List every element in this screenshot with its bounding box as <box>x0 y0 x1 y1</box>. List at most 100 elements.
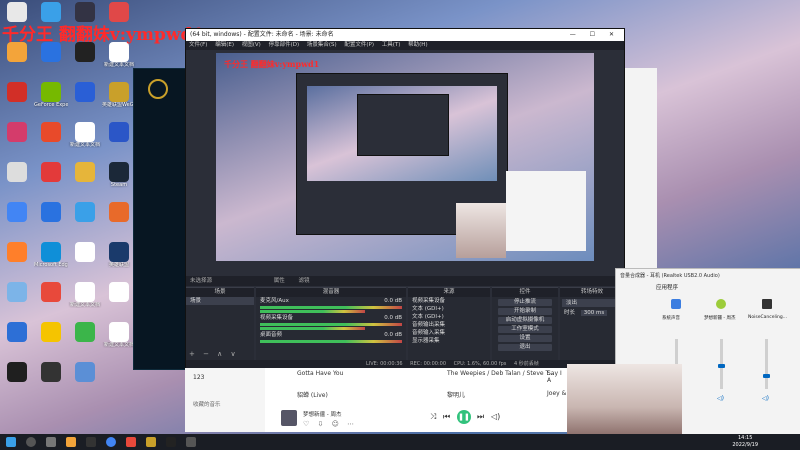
desktop-icon[interactable] <box>34 282 68 326</box>
taskbar-app-icon[interactable] <box>186 437 196 447</box>
desktop-icon[interactable]: 新建文本文档 <box>102 42 136 86</box>
studio-mode-button[interactable]: 工作室模式 <box>498 326 552 333</box>
app-icon <box>109 122 129 142</box>
source-item[interactable]: 音频输出采集 <box>408 321 490 329</box>
desktop-icon[interactable] <box>34 162 68 206</box>
track-actions[interactable]: ♡ ⇩ ☺ ⋯ <box>303 420 357 428</box>
desktop-icon[interactable] <box>68 42 102 86</box>
desktop-icon[interactable] <box>0 322 34 366</box>
transition-select[interactable]: 淡出 <box>562 299 622 307</box>
desktop-icon[interactable] <box>0 242 34 286</box>
desktop-icon[interactable]: 新建文本文档 <box>102 322 136 366</box>
sidebar-item[interactable]: 123 <box>193 374 204 381</box>
obs-titlebar[interactable]: (64 bit, windows) - 配置文件: 未命名 - 场景: 未命名 … <box>186 29 624 41</box>
menu-scene-collection[interactable]: 场景集合(S) <box>307 42 337 48</box>
song-artist[interactable]: 黎明儿 <box>447 390 465 399</box>
song-artist[interactable]: The Weepies / Deb Talan / Steve T... <box>447 370 554 377</box>
duration-input[interactable]: 300 ms <box>580 310 608 316</box>
song-album[interactable]: Say I A <box>547 370 567 384</box>
desktop-icon[interactable] <box>0 362 34 406</box>
desktop-icon[interactable]: Steam <box>102 162 136 206</box>
desktop-icon[interactable] <box>34 42 68 86</box>
menu-docks[interactable]: 停靠部件(D) <box>269 42 300 48</box>
obs-icon[interactable] <box>166 437 176 447</box>
menu-file[interactable]: 文件(F) <box>189 42 207 48</box>
start-recording-button[interactable]: 开始录制 <box>498 308 552 315</box>
start-icon[interactable] <box>6 437 16 447</box>
explorer-icon[interactable] <box>66 437 76 447</box>
menu-profile[interactable]: 配置文件(P) <box>344 42 374 48</box>
window-controls[interactable]: — ☐ ✕ <box>570 29 620 41</box>
menu-edit[interactable]: 编辑(E) <box>215 42 234 48</box>
volume-slider[interactable] <box>718 339 725 389</box>
stop-streaming-button[interactable]: 停止推流 <box>498 299 552 306</box>
search-icon[interactable] <box>26 437 36 447</box>
virtual-camera-button[interactable]: 启动虚拟摄像机 <box>498 317 552 324</box>
background-window[interactable] <box>622 68 657 268</box>
desktop-icon[interactable] <box>102 122 136 166</box>
desktop-icon[interactable] <box>0 42 34 86</box>
obs-preview[interactable]: 千分王 翻翻妹v:ympwd1 <box>216 53 594 261</box>
desktop-icon[interactable] <box>68 362 102 406</box>
app-icon <box>7 122 27 142</box>
desktop-icon[interactable] <box>0 162 34 206</box>
desktop-icon[interactable] <box>68 322 102 366</box>
filters-button[interactable]: 滤镜 <box>299 278 310 284</box>
desktop-icon[interactable]: 新建文本文档 <box>68 282 102 326</box>
next-icon[interactable]: ⏭ <box>477 412 484 422</box>
desktop-icon[interactable] <box>34 122 68 166</box>
pause-button[interactable]: ❚❚ <box>457 410 471 424</box>
lol-icon[interactable] <box>146 437 156 447</box>
desktop-icon[interactable] <box>68 162 102 206</box>
volume-icon[interactable]: ◁) <box>491 412 500 421</box>
source-item[interactable]: 视频采集设备 <box>408 297 490 305</box>
lol-client-window[interactable] <box>133 68 190 370</box>
source-item[interactable]: 显示器采集 <box>408 337 490 345</box>
desktop-icon[interactable] <box>0 82 34 126</box>
desktop-icon[interactable] <box>34 202 68 246</box>
desktop-icon[interactable] <box>0 202 34 246</box>
shuffle-icon[interactable]: ⤨ <box>430 412 436 422</box>
sidebar-item[interactable]: 收藏的音乐 <box>193 400 221 408</box>
chrome-icon[interactable] <box>106 437 116 447</box>
mute-icon[interactable]: ◁) <box>762 395 769 402</box>
song-album[interactable]: Joey & <box>547 390 566 397</box>
desktop-icon[interactable] <box>34 322 68 366</box>
prev-icon[interactable]: ⏮ <box>443 412 450 422</box>
taskbar-app-icon[interactable] <box>86 437 96 447</box>
song-title[interactable]: 貂蝉 (Live) <box>297 390 328 399</box>
desktop-icon[interactable] <box>68 202 102 246</box>
mute-icon[interactable]: ◁) <box>717 395 724 402</box>
desktop-icon[interactable] <box>102 282 136 326</box>
obs-window[interactable]: (64 bit, windows) - 配置文件: 未命名 - 场景: 未命名 … <box>185 28 625 370</box>
scene-item[interactable]: 场景 <box>186 297 254 305</box>
exit-button[interactable]: 退出 <box>498 344 552 351</box>
desktop-icon[interactable]: GeForce Experience <box>34 82 68 126</box>
desktop-icon[interactable] <box>102 202 136 246</box>
source-item[interactable]: 文本 (GDI+) <box>408 313 490 321</box>
source-item[interactable]: 文本 (GDI+) <box>408 305 490 313</box>
desktop-icon[interactable] <box>34 362 68 406</box>
settings-button[interactable]: 设置 <box>498 335 552 342</box>
menu-help[interactable]: 帮助(H) <box>408 42 427 48</box>
desktop-icon[interactable]: 新建文本文档 <box>68 122 102 166</box>
desktop-icon[interactable]: 英雄联盟 <box>102 242 136 286</box>
task-view-icon[interactable] <box>46 437 56 447</box>
desktop-icon[interactable] <box>0 122 34 166</box>
desktop-icon[interactable]: 英雄联盟WeGame版 <box>102 82 136 126</box>
music-player-window[interactable]: 123 收藏的音乐 Gotta Have You The Weepies / D… <box>185 368 567 432</box>
scene-add-remove[interactable]: + − ∧ ∨ <box>189 350 239 358</box>
properties-button[interactable]: 属性 <box>274 278 285 284</box>
system-clock[interactable]: 14:15 2022/9/19 <box>732 435 758 449</box>
menu-view[interactable]: 视图(V) <box>242 42 261 48</box>
desktop-icon[interactable] <box>68 82 102 126</box>
source-item[interactable]: 音频输入采集 <box>408 329 490 337</box>
desktop-icon[interactable] <box>68 242 102 286</box>
taskbar-app-icon[interactable] <box>126 437 136 447</box>
desktop-icon[interactable]: Microsoft Edge <box>34 242 68 286</box>
desktop-icon[interactable] <box>0 282 34 326</box>
song-title[interactable]: Gotta Have You <box>297 370 343 377</box>
volume-slider[interactable] <box>763 339 770 389</box>
noise-canceling-icon <box>762 299 772 309</box>
menu-tools[interactable]: 工具(T) <box>382 42 401 48</box>
